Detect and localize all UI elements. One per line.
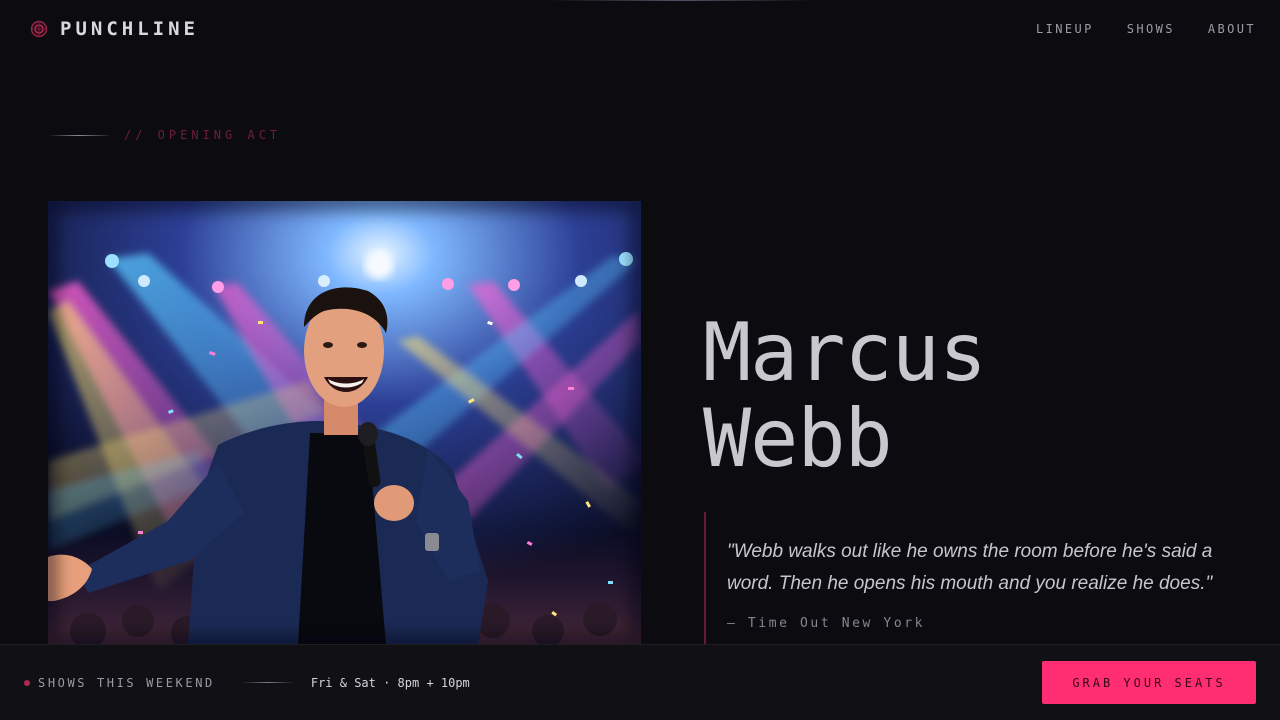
showtimes-label: SHOWS THIS WEEKEND [38,675,215,690]
nav-shows[interactable]: SHOWS [1127,22,1175,36]
disco-ball-icon [30,20,48,38]
performer-first-name: Marcus [703,306,987,399]
performer-name: Marcus Webb [703,306,987,485]
eyebrow-divider [48,134,108,136]
grab-seats-button[interactable]: GRAB YOUR SEATS [1042,661,1256,704]
site-header: PUNCHLINE LINEUP SHOWS ABOUT [0,0,1280,58]
showtimes-divider [240,682,295,683]
performer-last-name: Webb [703,392,893,485]
review-quote: "Webb walks out like he owns the room be… [704,512,1244,646]
comedian-on-stage-photo [48,201,641,645]
section-eyebrow: // OPENING ACT [48,128,281,142]
live-dot-icon [24,679,30,686]
quote-text: "Webb walks out like he owns the room be… [727,541,1213,594]
brand[interactable]: PUNCHLINE [30,18,199,40]
showtimes-bar: SHOWS THIS WEEKEND Fri & Sat · 8pm + 10p… [0,644,1280,720]
showtimes-value: Fri & Sat · 8pm + 10pm [310,675,470,690]
eyebrow-label: // OPENING ACT [124,128,282,142]
quote-source: — Time Out New York [727,616,926,631]
main-nav: LINEUP SHOWS ABOUT [1036,22,1256,36]
nav-about[interactable]: ABOUT [1208,22,1256,36]
brand-name: PUNCHLINE [60,18,199,40]
nav-lineup[interactable]: LINEUP [1036,22,1094,36]
